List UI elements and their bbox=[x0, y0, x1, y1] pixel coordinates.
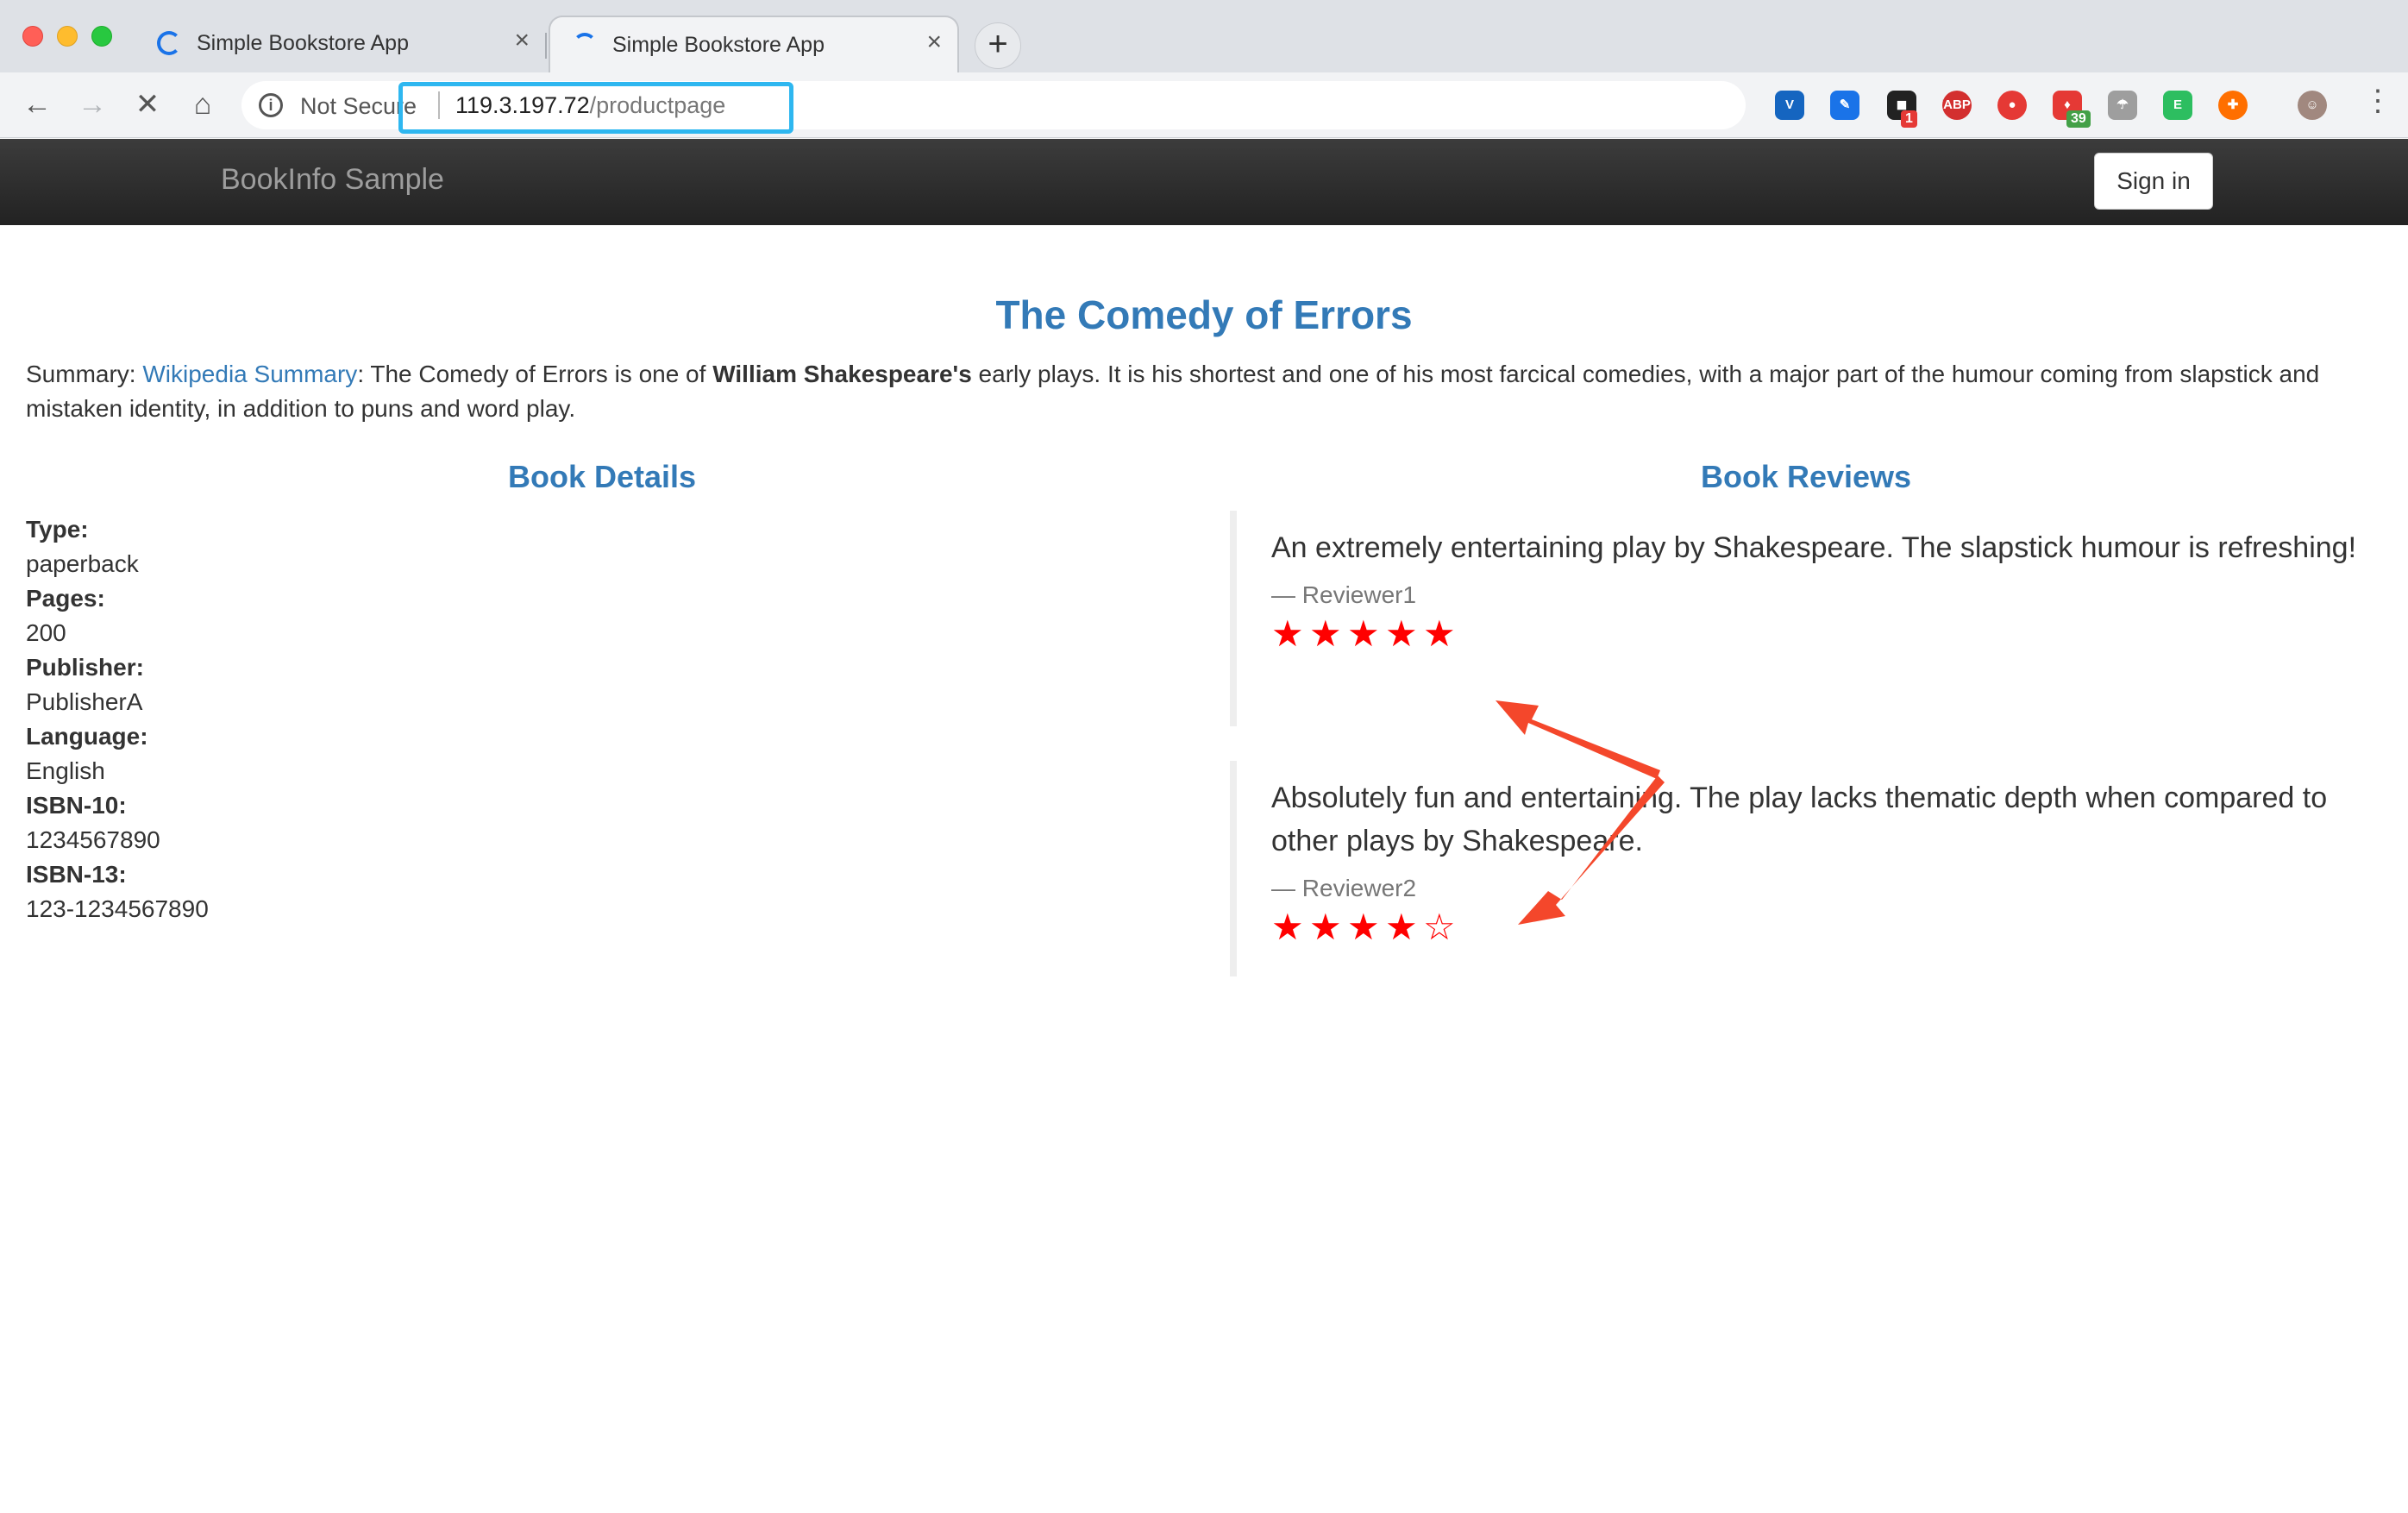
annotation-arrows bbox=[1496, 700, 1665, 925]
arrow-to-review1-icon bbox=[1496, 700, 1660, 779]
arrow-to-review2-icon bbox=[1518, 775, 1665, 925]
annotation-arrow-group bbox=[1496, 700, 1665, 925]
